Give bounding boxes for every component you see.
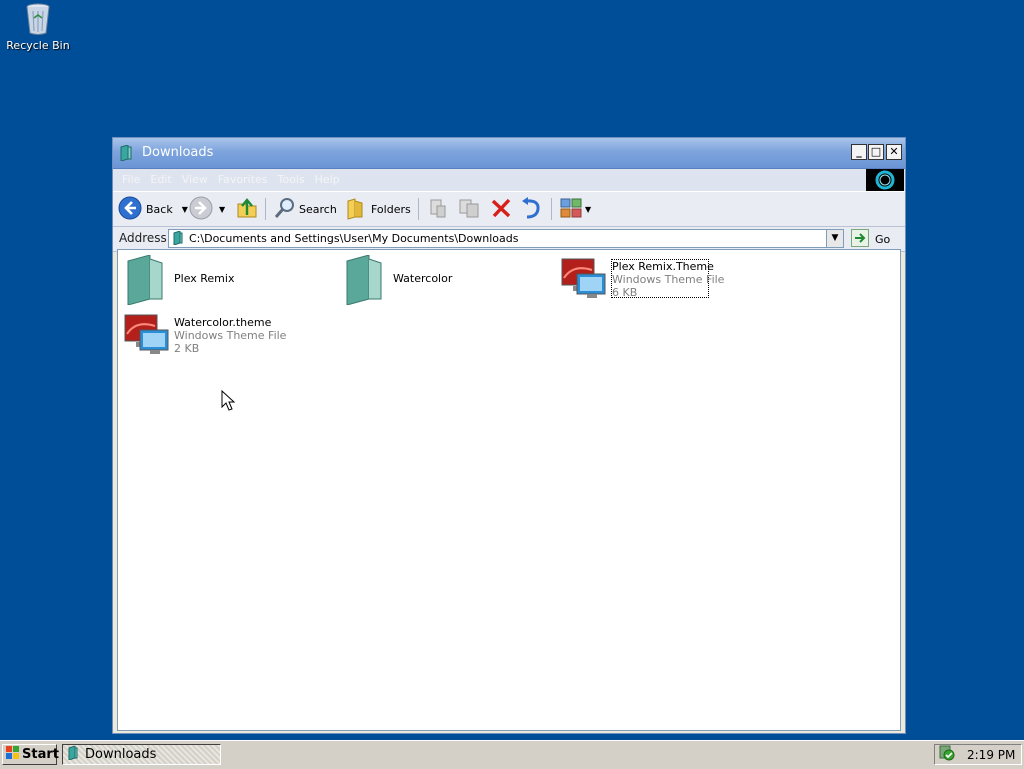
windows-logo-icon <box>866 169 904 191</box>
menu-file[interactable]: File <box>117 169 145 191</box>
copy-to-icon <box>457 196 481 223</box>
menu-bar: File Edit View Favorites Tools Help <box>113 169 905 191</box>
menu-favorites[interactable]: Favorites <box>213 169 273 191</box>
folders-button[interactable]: Folders <box>344 196 411 222</box>
folder-icon <box>67 744 79 764</box>
back-dropdown-icon[interactable]: ▼ <box>182 205 188 214</box>
search-button[interactable]: Search <box>273 196 337 222</box>
toolbar-separator <box>265 198 266 220</box>
close-button[interactable]: ✕ <box>886 144 902 160</box>
undo-icon <box>519 196 543 223</box>
menu-tools[interactable]: Tools <box>273 169 310 191</box>
delete-icon <box>489 196 513 223</box>
folder-icon <box>124 254 168 308</box>
minimize-button[interactable]: _ <box>851 144 867 160</box>
system-tray: 2:19 PM <box>934 744 1022 765</box>
address-label: Address <box>119 231 167 245</box>
taskbar: Start Downloads 2:19 PM <box>0 740 1024 769</box>
undo-button[interactable] <box>519 196 543 222</box>
mouse-cursor-icon <box>221 389 236 415</box>
address-dropdown-icon[interactable]: ▼ <box>826 230 843 247</box>
clock[interactable]: 2:19 PM <box>967 748 1015 762</box>
up-folder-button[interactable] <box>235 196 259 222</box>
views-button[interactable]: ▼ <box>559 196 591 222</box>
recycle-bin-icon <box>22 2 54 36</box>
item-size: 2 KB <box>174 342 200 355</box>
file-list[interactable]: Plex Remix Watercolor Plex Remix.Theme W… <box>117 249 901 731</box>
item-name: Plex Remix.Theme <box>612 260 714 273</box>
go-label: Go <box>875 233 891 246</box>
item-type: Windows Theme File <box>612 273 725 286</box>
menu-edit[interactable]: Edit <box>145 169 176 191</box>
windows-flag-icon <box>6 746 20 763</box>
list-item[interactable]: Plex Remix.Theme Windows Theme File 6 KB <box>561 255 761 305</box>
back-arrow-icon <box>118 196 142 223</box>
search-icon <box>273 196 297 223</box>
item-size: 6 KB <box>612 286 638 299</box>
folder-icon <box>343 254 387 308</box>
up-folder-icon <box>235 196 259 223</box>
back-label: Back <box>146 202 173 216</box>
folders-label: Folders <box>371 202 411 216</box>
folder-icon <box>119 144 133 162</box>
go-arrow-icon <box>851 229 869 250</box>
theme-file-icon <box>561 258 607 303</box>
address-value: C:\Documents and Settings\User\My Docume… <box>189 232 519 245</box>
theme-file-icon <box>124 314 170 359</box>
folder-icon <box>172 230 184 248</box>
toolbar-separator <box>418 198 419 220</box>
search-label: Search <box>299 202 337 216</box>
list-item[interactable]: Watercolor <box>343 254 543 308</box>
menu-view[interactable]: View <box>177 169 213 191</box>
explorer-window: Downloads _ □ ✕ File Edit View Favorites Too… <box>112 137 906 734</box>
window-title: Downloads <box>142 145 214 160</box>
desktop-icon-label: Recycle Bin <box>6 39 70 52</box>
forward-button[interactable]: ▼ <box>189 196 225 222</box>
list-item[interactable]: Watercolor.theme Windows Theme File 2 KB <box>124 311 324 361</box>
list-item[interactable]: Plex Remix <box>124 254 324 308</box>
toolbar: Back ▼ ▼ Search Folders ▼ <box>113 191 905 227</box>
menu-help[interactable]: Help <box>310 169 345 191</box>
maximize-button[interactable]: □ <box>868 144 884 160</box>
start-label: Start <box>22 747 59 762</box>
item-name: Plex Remix <box>174 272 235 285</box>
address-input[interactable]: C:\Documents and Settings\User\My Docume… <box>168 229 844 248</box>
title-bar[interactable]: Downloads _ □ ✕ <box>113 138 905 169</box>
item-name: Watercolor <box>393 272 453 285</box>
views-dropdown-icon: ▼ <box>585 204 592 214</box>
delete-button[interactable] <box>489 196 513 222</box>
go-button[interactable]: Go <box>851 229 890 250</box>
security-shield-icon[interactable] <box>939 745 955 764</box>
forward-arrow-icon <box>189 196 213 223</box>
move-to-icon <box>426 196 450 223</box>
back-button[interactable]: Back ▼ <box>118 196 188 222</box>
item-type: Windows Theme File <box>174 329 287 342</box>
toolbar-separator <box>551 198 552 220</box>
task-label: Downloads <box>85 747 157 762</box>
folders-icon <box>344 196 368 223</box>
move-to-button[interactable] <box>426 196 450 222</box>
taskbar-button-downloads[interactable]: Downloads <box>62 744 221 765</box>
copy-to-button[interactable] <box>457 196 481 222</box>
item-name: Watercolor.theme <box>174 316 272 329</box>
forward-dropdown-icon[interactable]: ▼ <box>219 205 225 214</box>
views-icon <box>559 196 583 223</box>
start-button[interactable]: Start <box>2 744 59 765</box>
desktop-icon-recycle-bin[interactable]: Recycle Bin <box>6 2 70 52</box>
